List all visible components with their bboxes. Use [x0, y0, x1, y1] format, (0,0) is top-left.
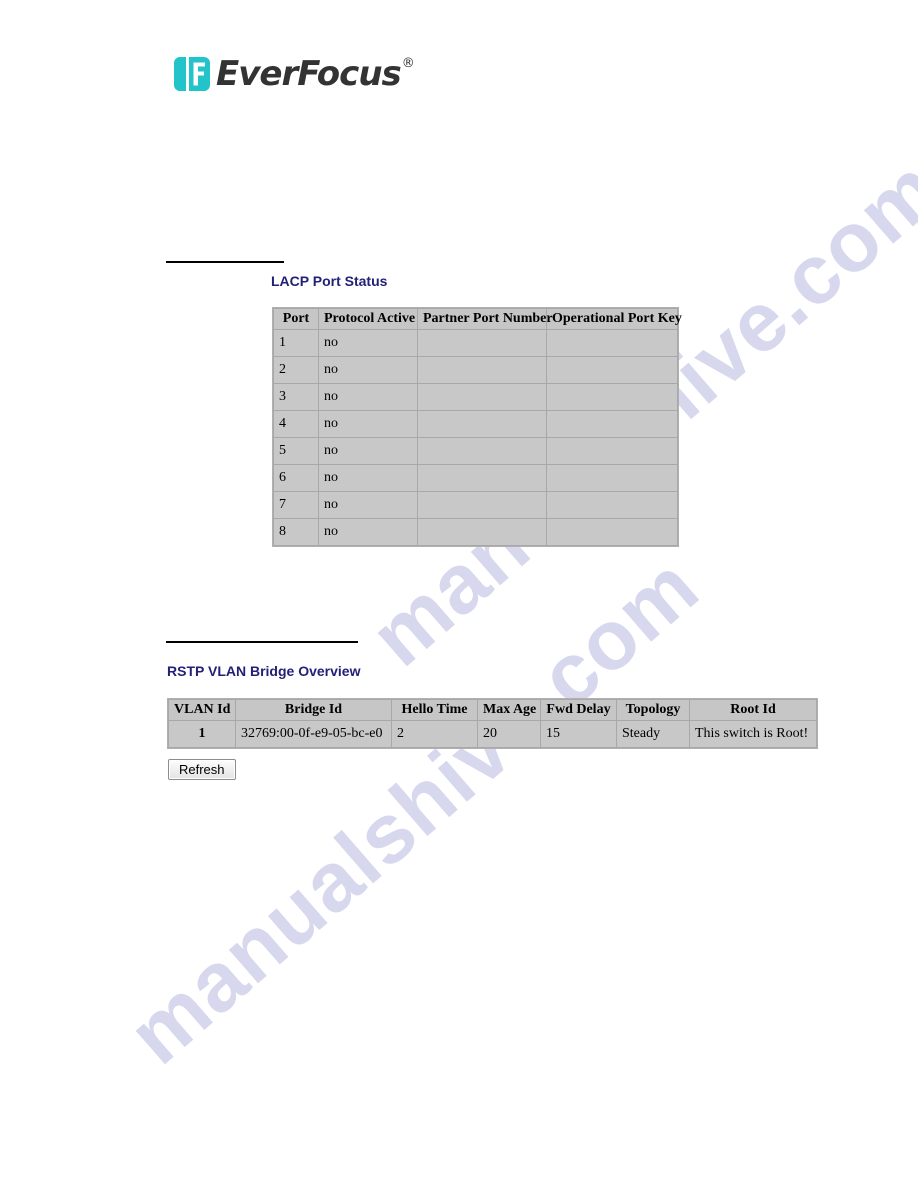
lacp-port-status-table-wrap: Port Protocol Active Partner Port Number… — [272, 307, 682, 547]
cell-hello-time: 2 — [392, 721, 477, 747]
cell-partner-port-number — [418, 330, 546, 356]
column-header-max-age: Max Age — [478, 700, 540, 720]
section-divider-rule — [166, 261, 284, 263]
column-header-bridge-id: Bridge Id — [236, 700, 391, 720]
rstp-page-title: RSTP VLAN Bridge Overview — [167, 663, 361, 679]
cell-partner-port-number — [418, 519, 546, 545]
cell-topology: Steady — [617, 721, 689, 747]
table-row: 8 no — [274, 519, 677, 545]
cell-max-age: 20 — [478, 721, 540, 747]
cell-operational-port-key — [547, 438, 677, 464]
lacp-section-title-wrap: LACP Port Status — [271, 273, 387, 289]
cell-partner-port-number — [418, 438, 546, 464]
column-header-root-id: Root Id — [690, 700, 816, 720]
cell-protocol-active: no — [319, 411, 417, 437]
cell-partner-port-number — [418, 357, 546, 383]
column-header-topology: Topology — [617, 700, 689, 720]
table-row: 7 no — [274, 492, 677, 518]
lacp-port-status-table: Port Protocol Active Partner Port Number… — [272, 307, 682, 547]
column-header-fwd-delay: Fwd Delay — [541, 700, 616, 720]
cell-protocol-active: no — [319, 438, 417, 464]
registered-trademark-symbol: ® — [401, 56, 415, 71]
cell-port: 4 — [274, 411, 318, 437]
watermark-layer: manualshive.com manualshive.com — [0, 0, 918, 1188]
table-row: 1 32769:00-0f-e9-05-bc-e0 2 20 15 Steady… — [169, 721, 816, 747]
cell-fwd-delay: 15 — [541, 721, 616, 747]
cell-partner-port-number — [418, 492, 546, 518]
table-row: 3 no — [274, 384, 677, 410]
cell-operational-port-key — [547, 519, 677, 545]
everfocus-wordmark: EverFocus — [216, 54, 402, 94]
lacp-page-title: LACP Port Status — [271, 273, 388, 289]
refresh-button[interactable]: Refresh — [168, 759, 236, 780]
cell-operational-port-key — [547, 465, 677, 491]
everfocus-logo-icon — [172, 54, 212, 94]
cell-operational-port-key — [547, 492, 677, 518]
cell-port: 3 — [274, 384, 318, 410]
section-divider-rule — [166, 641, 358, 643]
column-header-protocol-active: Protocol Active — [319, 309, 417, 329]
cell-port: 6 — [274, 465, 318, 491]
cell-port: 2 — [274, 357, 318, 383]
table-row: 6 no — [274, 465, 677, 491]
cell-operational-port-key — [547, 411, 677, 437]
cell-bridge-id: 32769:00-0f-e9-05-bc-e0 — [236, 721, 391, 747]
cell-vlan-id: 1 — [169, 721, 235, 747]
cell-protocol-active: no — [319, 465, 417, 491]
column-header-hello-time: Hello Time — [392, 700, 477, 720]
rstp-section-divider-wrap — [166, 641, 358, 643]
table-row: 4 no — [274, 411, 677, 437]
column-header-partner-port-number: Partner Port Number — [418, 309, 553, 329]
cell-protocol-active: no — [319, 357, 417, 383]
everfocus-logo: EverFocus ® — [172, 54, 415, 94]
cell-port: 1 — [274, 330, 318, 356]
rstp-section-title-wrap: RSTP VLAN Bridge Overview — [167, 663, 360, 679]
cell-port: 7 — [274, 492, 318, 518]
rstp-vlan-bridge-overview-table-wrap: VLAN Id Bridge Id Hello Time Max Age Fwd… — [167, 698, 818, 749]
cell-protocol-active: no — [319, 519, 417, 545]
table-row: 5 no — [274, 438, 677, 464]
rstp-vlan-bridge-overview-table: VLAN Id Bridge Id Hello Time Max Age Fwd… — [167, 698, 818, 749]
table-row: 2 no — [274, 357, 677, 383]
refresh-button-wrap: Refresh — [168, 759, 236, 780]
cell-partner-port-number — [418, 384, 546, 410]
cell-protocol-active: no — [319, 384, 417, 410]
cell-operational-port-key — [547, 384, 677, 410]
cell-protocol-active: no — [319, 492, 417, 518]
table-header-row: VLAN Id Bridge Id Hello Time Max Age Fwd… — [169, 700, 816, 720]
column-header-vlan-id: VLAN Id — [169, 700, 235, 720]
cell-port: 5 — [274, 438, 318, 464]
lacp-section-divider-wrap — [166, 261, 284, 263]
cell-operational-port-key — [547, 330, 677, 356]
cell-operational-port-key — [547, 357, 677, 383]
watermark-text: manualshive.com — [110, 538, 716, 1082]
cell-root-id: This switch is Root! — [690, 721, 816, 747]
table-row: 1 no — [274, 330, 677, 356]
table-header-row: Port Protocol Active Partner Port Number… — [274, 309, 682, 329]
column-header-port: Port — [274, 309, 318, 329]
cell-port: 8 — [274, 519, 318, 545]
cell-protocol-active: no — [319, 330, 417, 356]
column-header-operational-port-key: Operational Port Key — [547, 309, 682, 329]
cell-partner-port-number — [418, 411, 546, 437]
cell-partner-port-number — [418, 465, 546, 491]
